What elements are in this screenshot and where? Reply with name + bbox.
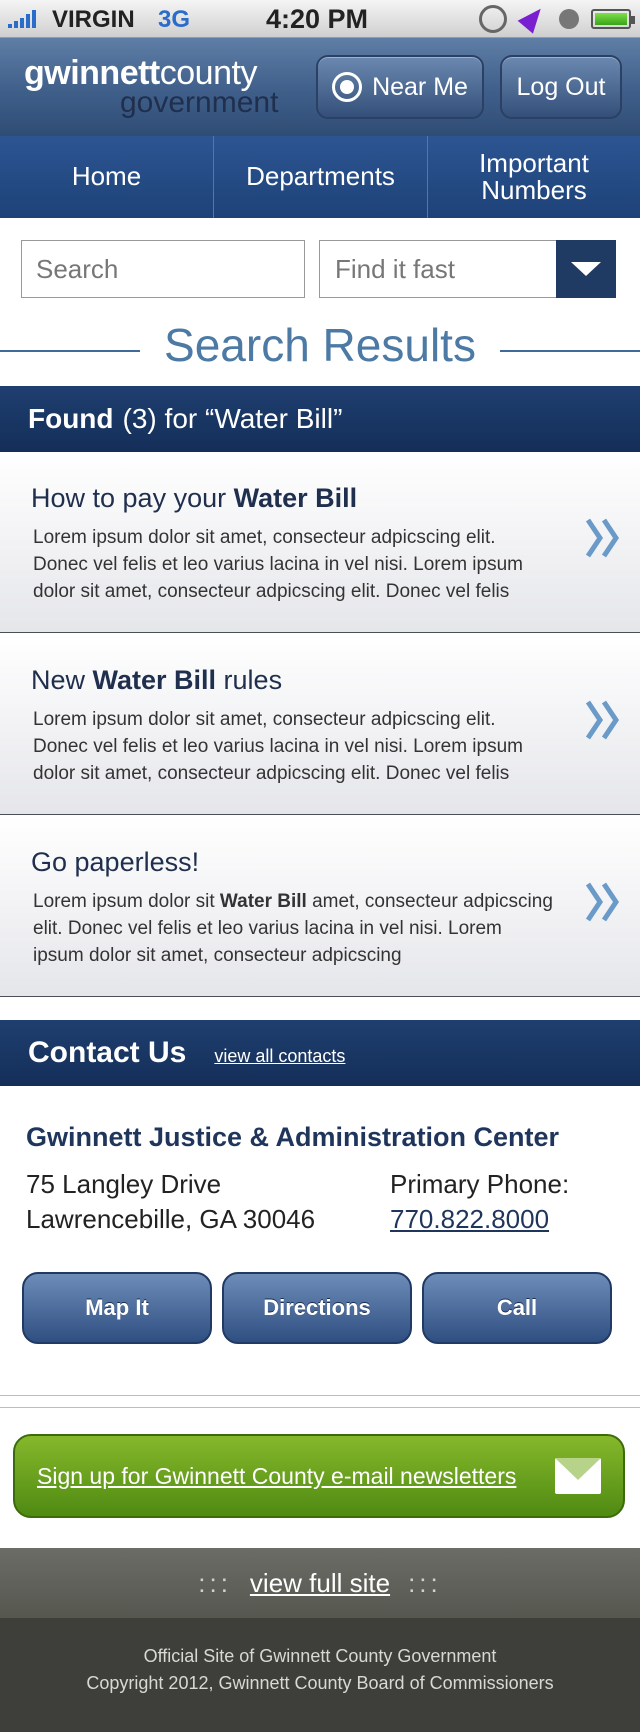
results-summary-bar: Found (3) for “Water Bill” [0,386,640,452]
find-it-fast-select[interactable]: Find it fast [319,240,616,298]
envelope-icon [555,1458,601,1494]
result-item[interactable]: New Water Bill rules Lorem ipsum dolor s… [0,634,640,815]
full-site-bar: ::: view full site ::: [0,1548,640,1618]
nav-important-numbers-label: Important Numbers [479,147,589,205]
contact-header: Contact Us view all contacts [0,1020,640,1086]
log-out-label: Log Out [516,72,606,101]
nav-home[interactable]: Home [0,136,214,218]
divider [0,1395,640,1396]
newsletter-signup-button[interactable]: Sign up for Gwinnett County e-mail newsl… [13,1434,625,1518]
location-arrow-icon [517,2,549,34]
dots-left: ::: [198,1567,232,1598]
phone-label: Primary Phone: [390,1169,570,1199]
found-label: Found [28,403,114,434]
result-title: Go paperless! [31,847,200,877]
chevron-down-icon[interactable] [556,240,616,298]
result-description: Lorem ipsum dolor sit Water Bill amet, c… [33,891,553,966]
double-chevron-right-icon[interactable] [584,516,624,560]
clock-time: 4:20 PM [266,4,369,34]
divider [0,1407,640,1408]
view-all-contacts-link[interactable]: view all contacts [214,1046,345,1067]
near-me-label: Near Me [372,72,468,101]
found-count: (3) [122,403,157,434]
app-header: gwinnettcounty government Near Me Log Ou… [0,38,640,136]
result-title: New Water Bill rules [31,665,283,695]
view-full-site-link[interactable]: view full site [250,1568,390,1599]
footer: Official Site of Gwinnett County Governm… [0,1618,640,1732]
carrier-label: VIRGIN [52,6,135,33]
call-button[interactable]: Call [422,1272,612,1344]
found-query: for “Water Bill” [164,403,343,434]
nav-important-numbers[interactable]: Important Numbers [428,136,640,218]
address-line-2: Lawrencebille, GA 30046 [26,1204,316,1234]
result-description: Lorem ipsum dolor sit amet, consecteur a… [33,709,523,784]
near-me-button[interactable]: Near Me [316,55,484,119]
contact-title: Contact Us [28,1036,187,1069]
log-out-button[interactable]: Log Out [500,55,622,119]
alarm-icon [559,9,579,29]
double-chevron-right-icon[interactable] [584,880,624,924]
contact-address: 75 Langley Drive Lawrencebille, GA 30046 [26,1167,315,1237]
target-icon [332,72,363,102]
rotation-lock-icon [479,5,507,33]
battery-icon [591,9,635,29]
search-input[interactable] [21,240,305,298]
contact-phone: Primary Phone: 770.822.8000 [390,1167,569,1237]
main-nav: Home Departments Important Numbers [0,136,640,218]
footer-line-1: Official Site of Gwinnett County Governm… [143,1646,497,1666]
network-label: 3G [158,6,191,33]
result-title: How to pay your Water Bill [31,483,358,513]
directions-button[interactable]: Directions [222,1272,412,1344]
map-it-button[interactable]: Map It [22,1272,212,1344]
dots-right: ::: [408,1567,442,1598]
address-line-1: 75 Langley Drive [26,1169,222,1199]
nav-departments[interactable]: Departments [214,136,428,218]
find-it-fast-label: Find it fast [335,254,455,284]
county-logo[interactable]: gwinnettcounty government [24,56,278,118]
page-title: Search Results [0,318,640,380]
contact-org-name: Gwinnett Justice & Administration Center [26,1122,560,1152]
result-item[interactable]: Go paperless! Lorem ipsum dolor sit Wate… [0,816,640,997]
footer-line-2: Copyright 2012, Gwinnett County Board of… [86,1673,554,1693]
phone-number-link[interactable]: 770.822.8000 [390,1202,569,1237]
result-description: Lorem ipsum dolor sit amet, consecteur a… [33,527,523,602]
logo-government: government [120,86,279,119]
double-chevron-right-icon[interactable] [584,698,624,742]
signal-icon [8,10,36,28]
status-bar: VIRGIN 3G 4:20 PM [0,0,640,38]
result-item[interactable]: How to pay your Water Bill Lorem ipsum d… [0,452,640,633]
newsletter-label: Sign up for Gwinnett County e-mail newsl… [37,1462,517,1489]
